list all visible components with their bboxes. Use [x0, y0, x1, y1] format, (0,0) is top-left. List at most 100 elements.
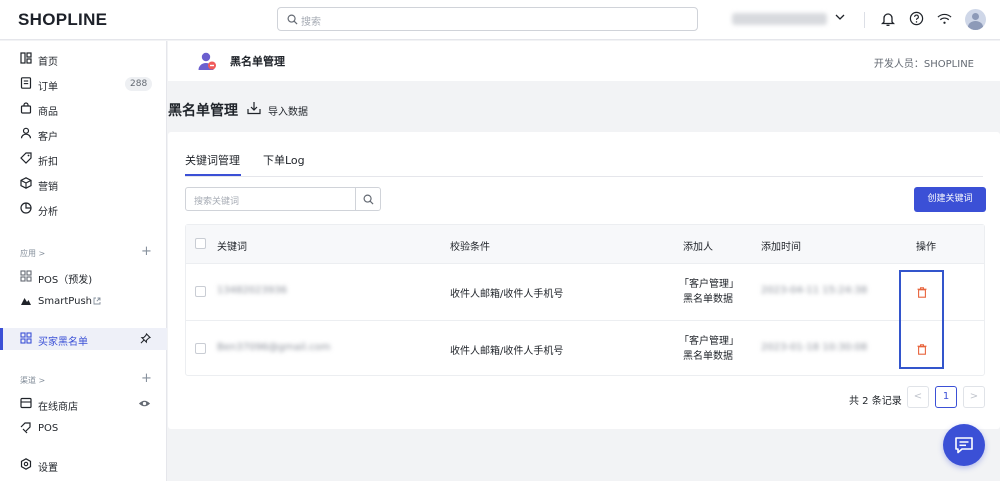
pagination-page-button[interactable]: 1: [935, 386, 957, 408]
tabs-divider: [185, 176, 983, 177]
keyword-management-card: 关键词管理 下单Log 搜索关键词 创建关键词 关键词 校验条件 添加人 添加时…: [168, 132, 1000, 429]
sidebar-item-products[interactable]: 商品: [0, 98, 167, 120]
import-icon: [247, 102, 261, 115]
tab-order-log[interactable]: 下单Log: [263, 152, 305, 168]
order-icon: [20, 77, 32, 89]
sidebar-item-online-store[interactable]: 在线商店: [0, 393, 167, 415]
sidebar-item-label: 买家黑名单: [38, 337, 88, 348]
column-header-time: 添加时间: [761, 242, 801, 253]
sidebar-item-label: 在线商店: [38, 402, 78, 413]
orders-count-badge: 288: [125, 77, 153, 91]
sidebar-item-label: 商品: [38, 107, 58, 118]
developer-info: 开发人员：SHOPLINE: [873, 59, 974, 70]
keyword-table: 关键词 校验条件 添加人 添加时间 操作 13482023936 收件人邮箱/收…: [185, 224, 985, 376]
sidebar-item-orders[interactable]: 订单 288: [0, 73, 167, 95]
settings-icon: [20, 458, 32, 470]
pagination-total: 共 2 条记录: [849, 396, 902, 407]
adder-line: 黑名单数据: [683, 351, 733, 362]
bag-icon: [20, 102, 32, 114]
keyword-search-button[interactable]: [355, 187, 381, 211]
condition-cell: 收件人邮箱/收件人手机号: [450, 289, 564, 300]
row-checkbox[interactable]: [195, 343, 206, 354]
sidebar: 首页 订单 288 商品 客户 折扣 营销 分析 应用 > + POS（预发) …: [0, 41, 167, 481]
sidebar-item-buyer-blacklist[interactable]: 买家黑名单: [0, 328, 167, 350]
sidebar-item-analytics[interactable]: 分析: [0, 198, 167, 220]
row-checkbox[interactable]: [195, 286, 206, 297]
sidebar-item-pos[interactable]: POS: [0, 418, 167, 440]
global-search-input[interactable]: 搜索: [277, 7, 698, 31]
sidebar-item-label: 订单: [38, 82, 58, 93]
top-bar: SHOPLINE 搜索: [0, 0, 1000, 40]
sidebar-item-settings[interactable]: 设置: [0, 454, 167, 476]
apps-section-label[interactable]: 应用 >: [20, 248, 45, 259]
table-row: 13482023936 收件人邮箱/收件人手机号 「客户管理」 黑名单数据 20…: [186, 263, 984, 320]
box-icon: [20, 177, 32, 189]
adder-line: 「客户管理」: [679, 279, 739, 290]
adder-cell: 「客户管理」 黑名单数据: [679, 277, 739, 307]
help-icon[interactable]: [909, 11, 924, 26]
sidebar-item-customers[interactable]: 客户: [0, 123, 167, 145]
chevron-down-icon[interactable]: [835, 13, 845, 21]
time-cell: 2023-04-11 15:24:38: [761, 285, 868, 296]
time-cell: 2023-01-18 10:30:08: [761, 342, 868, 353]
topbar-divider: [864, 12, 865, 28]
app-header: 黑名单管理 开发人员：SHOPLINE: [168, 41, 1000, 81]
tag-icon: [20, 152, 32, 164]
tab-keyword-management[interactable]: 关键词管理: [185, 152, 240, 168]
store-icon: [20, 397, 32, 409]
sidebar-item-smartpush[interactable]: SmartPush: [0, 291, 167, 313]
sidebar-item-label: 折扣: [38, 157, 58, 168]
adder-cell: 「客户管理」 黑名单数据: [679, 334, 739, 364]
wifi-icon[interactable]: [937, 13, 952, 25]
column-header-actions: 操作: [916, 242, 936, 253]
actions-highlight-box: [899, 270, 944, 369]
sidebar-item-label: 营销: [38, 182, 58, 193]
smartpush-icon: [21, 298, 31, 305]
sidebar-item-label: 客户: [38, 132, 58, 143]
store-name-blurred[interactable]: [732, 13, 827, 25]
blacklist-app-icon: [198, 52, 216, 70]
create-keyword-button[interactable]: 创建关键词: [914, 187, 986, 212]
pagination-prev-button[interactable]: <: [907, 386, 929, 408]
grid-icon: [20, 332, 32, 344]
add-app-icon[interactable]: +: [141, 245, 152, 258]
chart-pie-icon: [20, 202, 32, 214]
external-link-icon: [93, 297, 101, 305]
select-all-checkbox[interactable]: [195, 238, 206, 249]
sidebar-item-label: 设置: [38, 463, 58, 474]
avatar[interactable]: [965, 9, 986, 30]
column-header-condition: 校验条件: [450, 242, 490, 253]
sidebar-item-label: 首页: [38, 57, 58, 68]
eye-icon[interactable]: [138, 399, 151, 408]
active-tab-indicator: [185, 174, 241, 176]
sidebar-item-home[interactable]: 首页: [0, 48, 167, 70]
keyword-cell: 13482023936: [217, 285, 287, 296]
pagination-next-button[interactable]: >: [963, 386, 985, 408]
sidebar-item-label: 分析: [38, 207, 58, 218]
table-header: 关键词 校验条件 添加人 添加时间 操作: [186, 225, 984, 263]
column-header-keyword: 关键词: [217, 242, 247, 253]
bell-icon[interactable]: [881, 11, 895, 27]
adder-line: 「客户管理」: [679, 336, 739, 347]
search-icon: [363, 194, 374, 205]
adder-line: 黑名单数据: [683, 294, 733, 305]
add-channel-icon[interactable]: +: [141, 372, 152, 385]
import-data-button[interactable]: 导入数据: [247, 101, 317, 118]
page-title: 黑名单管理: [168, 103, 238, 119]
pin-icon[interactable]: [140, 333, 151, 344]
table-row: Ben37096@gmail.com 收件人邮箱/收件人手机号 「客户管理」 黑…: [186, 320, 984, 377]
chat-icon: [955, 437, 973, 454]
user-icon: [20, 127, 32, 139]
grid-icon: [20, 270, 32, 282]
pos-icon: [20, 422, 31, 434]
shopline-logo[interactable]: SHOPLINE: [18, 10, 107, 30]
channels-section-label[interactable]: 渠道 >: [20, 375, 45, 386]
sidebar-item-pos-preview[interactable]: POS（预发): [0, 266, 167, 288]
keyword-cell: Ben37096@gmail.com: [217, 342, 331, 353]
app-title: 黑名单管理: [230, 55, 285, 68]
keyword-search-input[interactable]: 搜索关键词: [185, 187, 356, 211]
chat-support-button[interactable]: [943, 424, 985, 466]
sidebar-item-marketing[interactable]: 营销: [0, 173, 167, 195]
sidebar-item-label: SmartPush: [38, 296, 92, 307]
sidebar-item-discounts[interactable]: 折扣: [0, 148, 167, 170]
